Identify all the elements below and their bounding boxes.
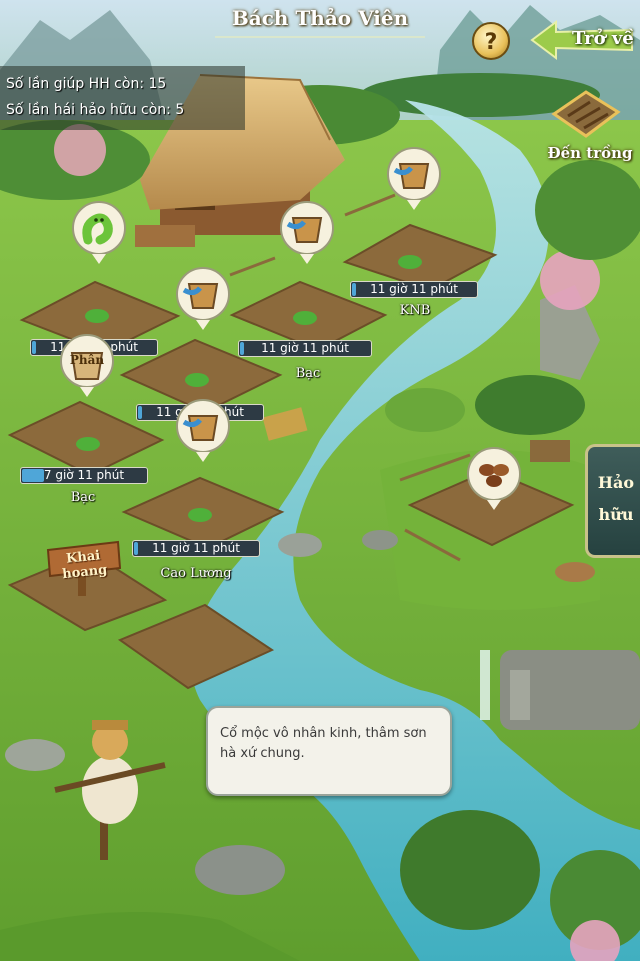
clear-land-sign[interactable]: Khai hoang — [44, 540, 124, 596]
scarecrow-dialog: Cổ mộc vô nhân kinh, thâm sơn hà xứ chun… — [206, 706, 452, 796]
plot-1-timer: 11 giờ 11 phút — [350, 281, 478, 298]
farm-plot-icon — [551, 90, 621, 138]
friends-button[interactable]: Hảo hữu — [585, 444, 640, 558]
title-underline — [215, 36, 425, 38]
help-button[interactable]: ? — [472, 22, 510, 60]
plot-5-timer-text: 7 giờ 11 phút — [43, 468, 125, 482]
water-bucket-icon — [280, 201, 334, 264]
back-label: Trở về — [572, 28, 634, 49]
plot-2-timer: 11 giờ 11 phút — [238, 340, 372, 357]
seeds-icon — [467, 447, 521, 510]
go-plant-button[interactable]: Đến trồng — [540, 82, 640, 172]
water-bubble-plot-2[interactable] — [278, 200, 336, 266]
fertilizer-bubble[interactable]: Phân — [58, 333, 116, 399]
dialog-text: Cổ mộc vô nhân kinh, thâm sơn hà xứ chun… — [220, 726, 427, 761]
water-bucket-icon — [176, 267, 230, 330]
seeds-bubble[interactable] — [465, 446, 523, 512]
go-plant-label: Đến trồng — [547, 144, 633, 162]
plot-5-label: Bạc — [70, 490, 96, 505]
water-bubble-plot-1[interactable] — [385, 146, 443, 212]
fertilizer-label: Phân — [69, 353, 105, 367]
plot-6-timer-text: 11 giờ 11 phút — [152, 541, 240, 555]
water-bucket-icon — [387, 147, 441, 210]
worm-bubble-plot-4[interactable] — [70, 200, 128, 266]
plot-2-label: Bạc — [295, 366, 321, 381]
plot-5-timer: 7 giờ 11 phút — [20, 467, 148, 484]
friends-label-line1: Hảo — [597, 473, 635, 492]
water-bucket-icon — [176, 399, 230, 462]
plot-1-timer-text: 11 giờ 11 phút — [370, 282, 458, 296]
plot-1-label: KNB — [399, 303, 431, 318]
page-title: Bách Thảo Viên — [231, 6, 409, 30]
help-count-text: Số lần giúp HH còn: 15 — [6, 76, 167, 92]
title-bar: Bách Thảo Viên — [205, 0, 435, 44]
friends-label-line2: hữu — [598, 505, 634, 524]
worm-icon — [72, 201, 126, 264]
plot-6-timer: 11 giờ 11 phút — [132, 540, 260, 557]
water-bubble-plot-3[interactable] — [174, 266, 232, 332]
water-bubble-plot-5[interactable] — [174, 398, 232, 464]
plot-2-timer-text: 11 giờ 11 phút — [261, 341, 349, 355]
info-panel: Số lần giúp HH còn: 15 Số lần hái hảo hữ… — [0, 66, 245, 130]
pick-count-text: Số lần hái hảo hữu còn: 5 — [6, 102, 185, 118]
back-button[interactable]: Trở về — [528, 18, 636, 62]
question-icon: ? — [484, 30, 498, 55]
plot-6-label: Cao Lương — [160, 566, 232, 581]
